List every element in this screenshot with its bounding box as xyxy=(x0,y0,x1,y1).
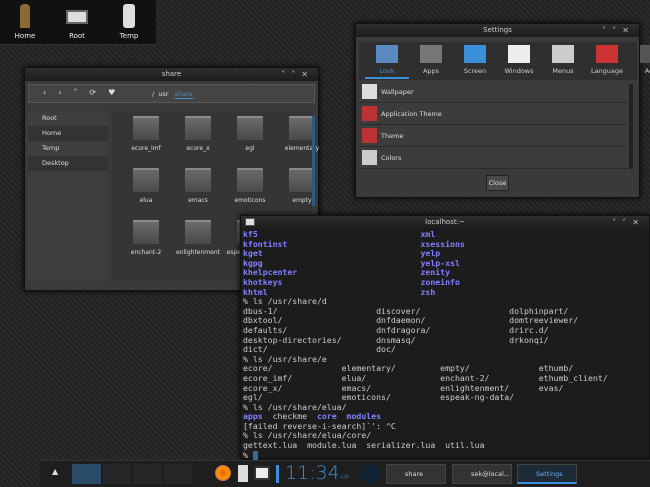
sidebar: Root Home Temp Desktop xyxy=(28,111,108,281)
window-title: share xyxy=(161,70,182,78)
tab-windows[interactable]: Windows xyxy=(497,42,541,75)
pager[interactable] xyxy=(72,464,192,484)
window-title: Settings xyxy=(483,26,512,34)
settings-window: Settings ˅˄✕ Look Apps Screen Windows Menus La… xyxy=(355,23,650,198)
label: Temp xyxy=(119,32,139,40)
mixer-icon[interactable] xyxy=(360,464,380,484)
tab-icon xyxy=(464,45,486,63)
desktop-icon-home[interactable]: Home xyxy=(0,4,50,40)
item-icon xyxy=(362,84,377,99)
tab-icon xyxy=(508,45,530,63)
task-terminal[interactable]: sek@local... xyxy=(452,464,512,484)
folder-icon xyxy=(133,220,159,244)
folder-icon xyxy=(185,116,211,140)
breadcrumb[interactable]: / usr share xyxy=(152,90,193,99)
label: Root xyxy=(69,32,85,40)
settings-item[interactable]: Wallpaper xyxy=(359,81,627,103)
tab-language[interactable]: Language xyxy=(585,42,629,75)
tab-menus[interactable]: Menus xyxy=(541,42,585,75)
desk-4 xyxy=(163,464,192,484)
task-share[interactable]: share xyxy=(386,464,446,484)
tab-icon xyxy=(376,45,398,63)
task-settings[interactable]: Settings xyxy=(517,464,577,484)
desktop-icon-temp[interactable]: Temp xyxy=(104,4,154,40)
close-button[interactable]: Close xyxy=(486,175,509,191)
title-bar[interactable]: localhost:~ ˅˄✕ xyxy=(241,216,649,229)
toolbar: ‹›˄⟳♥ / usr share xyxy=(28,84,315,103)
desktop-shelf: Home Root Temp xyxy=(0,0,156,45)
folder-item[interactable]: emoticons xyxy=(226,168,274,204)
folder-item[interactable]: ecore_imf xyxy=(122,116,170,152)
thermometer-icon xyxy=(276,465,279,483)
folder-item[interactable]: elementary xyxy=(278,116,326,152)
folder-item[interactable]: emacs xyxy=(174,168,222,204)
tab-icon xyxy=(640,45,650,63)
start-button[interactable]: ▲ xyxy=(52,467,58,476)
firefox-icon[interactable] xyxy=(215,465,231,481)
item-icon xyxy=(362,128,377,143)
tab-icon xyxy=(552,45,574,63)
tab-icon xyxy=(420,45,442,63)
terminal-output[interactable]: kf5 xml kfontinst xsessions kget yelp kgpg … xyxy=(243,229,608,461)
folder-icon xyxy=(185,220,211,244)
desk-1 xyxy=(72,464,101,484)
label: Home xyxy=(14,32,36,40)
settings-item[interactable]: Colors xyxy=(359,147,627,169)
folder-icon xyxy=(237,116,263,140)
item-icon xyxy=(362,106,377,121)
sidebar-item-root[interactable]: Root xyxy=(28,111,108,126)
settings-item[interactable]: Theme xyxy=(359,125,627,147)
sidebar-item-temp[interactable]: Temp xyxy=(28,141,108,156)
usb-drive-icon xyxy=(123,4,135,28)
title-bar[interactable]: share ˅˄✕ xyxy=(25,68,318,81)
folder-item[interactable]: egl xyxy=(226,116,274,152)
folder-item[interactable]: elua xyxy=(122,168,170,204)
folder-item[interactable]: ecore_x xyxy=(174,116,222,152)
home-icon xyxy=(20,4,30,28)
folder-item[interactable]: empty xyxy=(278,168,326,204)
settings-list: Wallpaper Application Theme Theme Colors xyxy=(359,81,627,171)
window-controls[interactable]: ˅˄✕ xyxy=(612,216,645,229)
folder-icon xyxy=(133,168,159,192)
cursor xyxy=(252,450,258,460)
tab-screen[interactable]: Screen xyxy=(453,42,497,75)
nav-buttons[interactable]: ‹›˄⟳♥ xyxy=(43,88,127,97)
file-manager-launcher-icon[interactable] xyxy=(238,465,248,482)
folder-item[interactable]: enlightenment xyxy=(174,220,222,256)
tab-icon xyxy=(596,45,618,63)
terminal-launcher-icon[interactable] xyxy=(254,466,270,480)
terminal-icon xyxy=(245,218,255,226)
window-title: localhost:~ xyxy=(425,218,465,226)
terminal-line: % xyxy=(243,450,608,461)
scrollbar[interactable] xyxy=(629,84,633,169)
folder-icon xyxy=(133,116,159,140)
computer-icon xyxy=(66,10,88,24)
sidebar-item-desktop[interactable]: Desktop xyxy=(28,156,108,171)
folder-item[interactable]: enchant-2 xyxy=(122,220,170,256)
title-bar[interactable]: Settings ˅˄✕ xyxy=(356,24,639,37)
folder-icon xyxy=(185,168,211,192)
desktop-icon-root[interactable]: Root xyxy=(52,4,102,40)
taskbar: ▲ 11:34AM share sek@local... Settings xyxy=(40,460,650,487)
item-icon xyxy=(362,150,377,165)
window-controls[interactable]: ˅˄✕ xyxy=(281,68,314,81)
settings-tabs: LookAppsScreenWindowsMenusLanguageAdv xyxy=(359,42,650,80)
folder-icon xyxy=(237,168,263,192)
settings-item[interactable]: Application Theme xyxy=(359,103,627,125)
terminal-line: gettext.lua module.lua serializer.lua ut… xyxy=(243,440,485,451)
desk-2 xyxy=(102,464,131,484)
tab-look[interactable]: Look xyxy=(365,42,409,79)
scrollbar[interactable] xyxy=(312,116,315,206)
clock[interactable]: 11:34AM xyxy=(285,462,349,484)
tab-apps[interactable]: Apps xyxy=(409,42,453,75)
sidebar-item-home[interactable]: Home xyxy=(28,126,108,141)
terminal-window: localhost:~ ˅˄✕ kf5 xml kfontinst xsession… xyxy=(240,215,650,461)
tab-adv[interactable]: Adv xyxy=(629,42,650,75)
window-controls[interactable]: ˅˄✕ xyxy=(602,24,635,37)
desk-3 xyxy=(133,464,162,484)
